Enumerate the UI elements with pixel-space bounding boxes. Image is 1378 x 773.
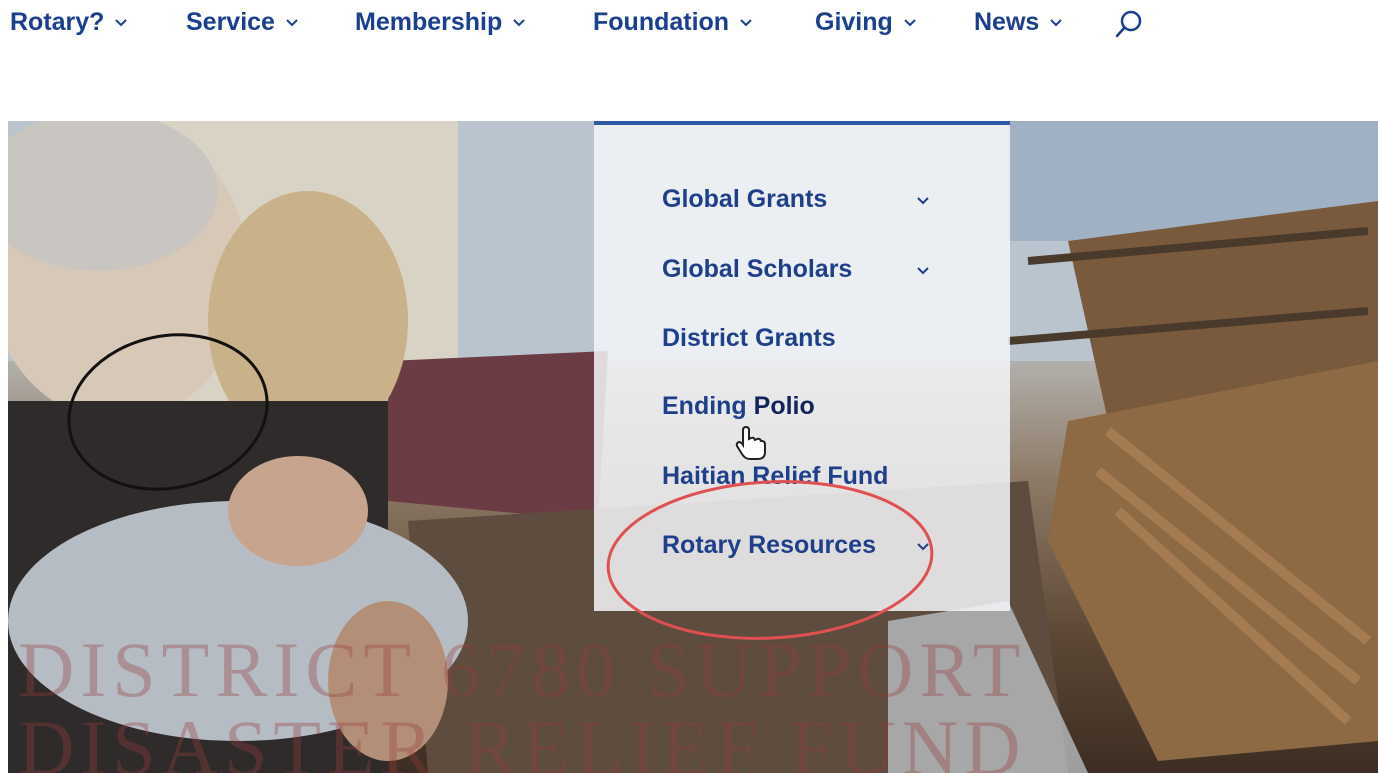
dropdown-item-global-scholars[interactable]: Global Scholars	[662, 255, 852, 284]
chevron-down-icon	[1049, 18, 1063, 28]
foundation-dropdown: Global Grants Global Scholars District G…	[594, 121, 1010, 611]
nav-item-service[interactable]: Service	[186, 8, 299, 37]
nav-item-rotary[interactable]: Rotary?	[10, 8, 128, 37]
nav-item-label: Service	[186, 8, 275, 36]
search-icon[interactable]	[1114, 8, 1144, 45]
hand-pointer-cursor-icon	[734, 425, 766, 466]
chevron-down-icon[interactable]	[916, 263, 930, 281]
nav-item-membership[interactable]: Membership	[355, 8, 526, 37]
main-nav: Rotary? Service Membership Foundation Gi…	[0, 0, 1378, 60]
chevron-down-icon[interactable]	[916, 539, 930, 557]
nav-item-foundation[interactable]: Foundation	[593, 8, 753, 37]
chevron-down-icon	[285, 18, 299, 28]
dropdown-item-district-grants[interactable]: District Grants	[662, 324, 836, 353]
hero-overlay-text: DISTRICT 6780 SUPPORT DISASTER RELIEF FU…	[18, 631, 1026, 773]
dropdown-item-ending-polio[interactable]: Ending Polio	[662, 392, 815, 421]
nav-item-news[interactable]: News	[974, 8, 1063, 37]
hero-overlay-line2: DISASTER RELIEF FUND	[18, 704, 1027, 773]
chevron-down-icon[interactable]	[916, 193, 930, 211]
page: Rotary? Service Membership Foundation Gi…	[0, 0, 1378, 773]
dropdown-item-label: Ending	[662, 392, 754, 420]
chevron-down-icon	[512, 18, 526, 28]
chevron-down-icon	[903, 18, 917, 28]
chevron-down-icon	[114, 18, 128, 28]
nav-item-label: News	[974, 8, 1040, 36]
chevron-down-icon	[739, 18, 753, 28]
dropdown-item-haitian-relief-fund[interactable]: Haitian Relief Fund	[662, 462, 888, 491]
nav-item-label: Giving	[815, 8, 893, 36]
hero-overlay-line1: DISTRICT 6780 SUPPORT	[18, 626, 1027, 713]
dropdown-item-label-hover: Polio	[753, 392, 815, 420]
nav-item-label: Rotary?	[10, 8, 105, 36]
nav-item-label: Foundation	[593, 8, 730, 36]
nav-item-label: Membership	[355, 8, 503, 36]
dropdown-item-global-grants[interactable]: Global Grants	[662, 185, 827, 214]
nav-item-giving[interactable]: Giving	[815, 8, 917, 37]
dropdown-item-rotary-resources[interactable]: Rotary Resources	[662, 531, 876, 560]
